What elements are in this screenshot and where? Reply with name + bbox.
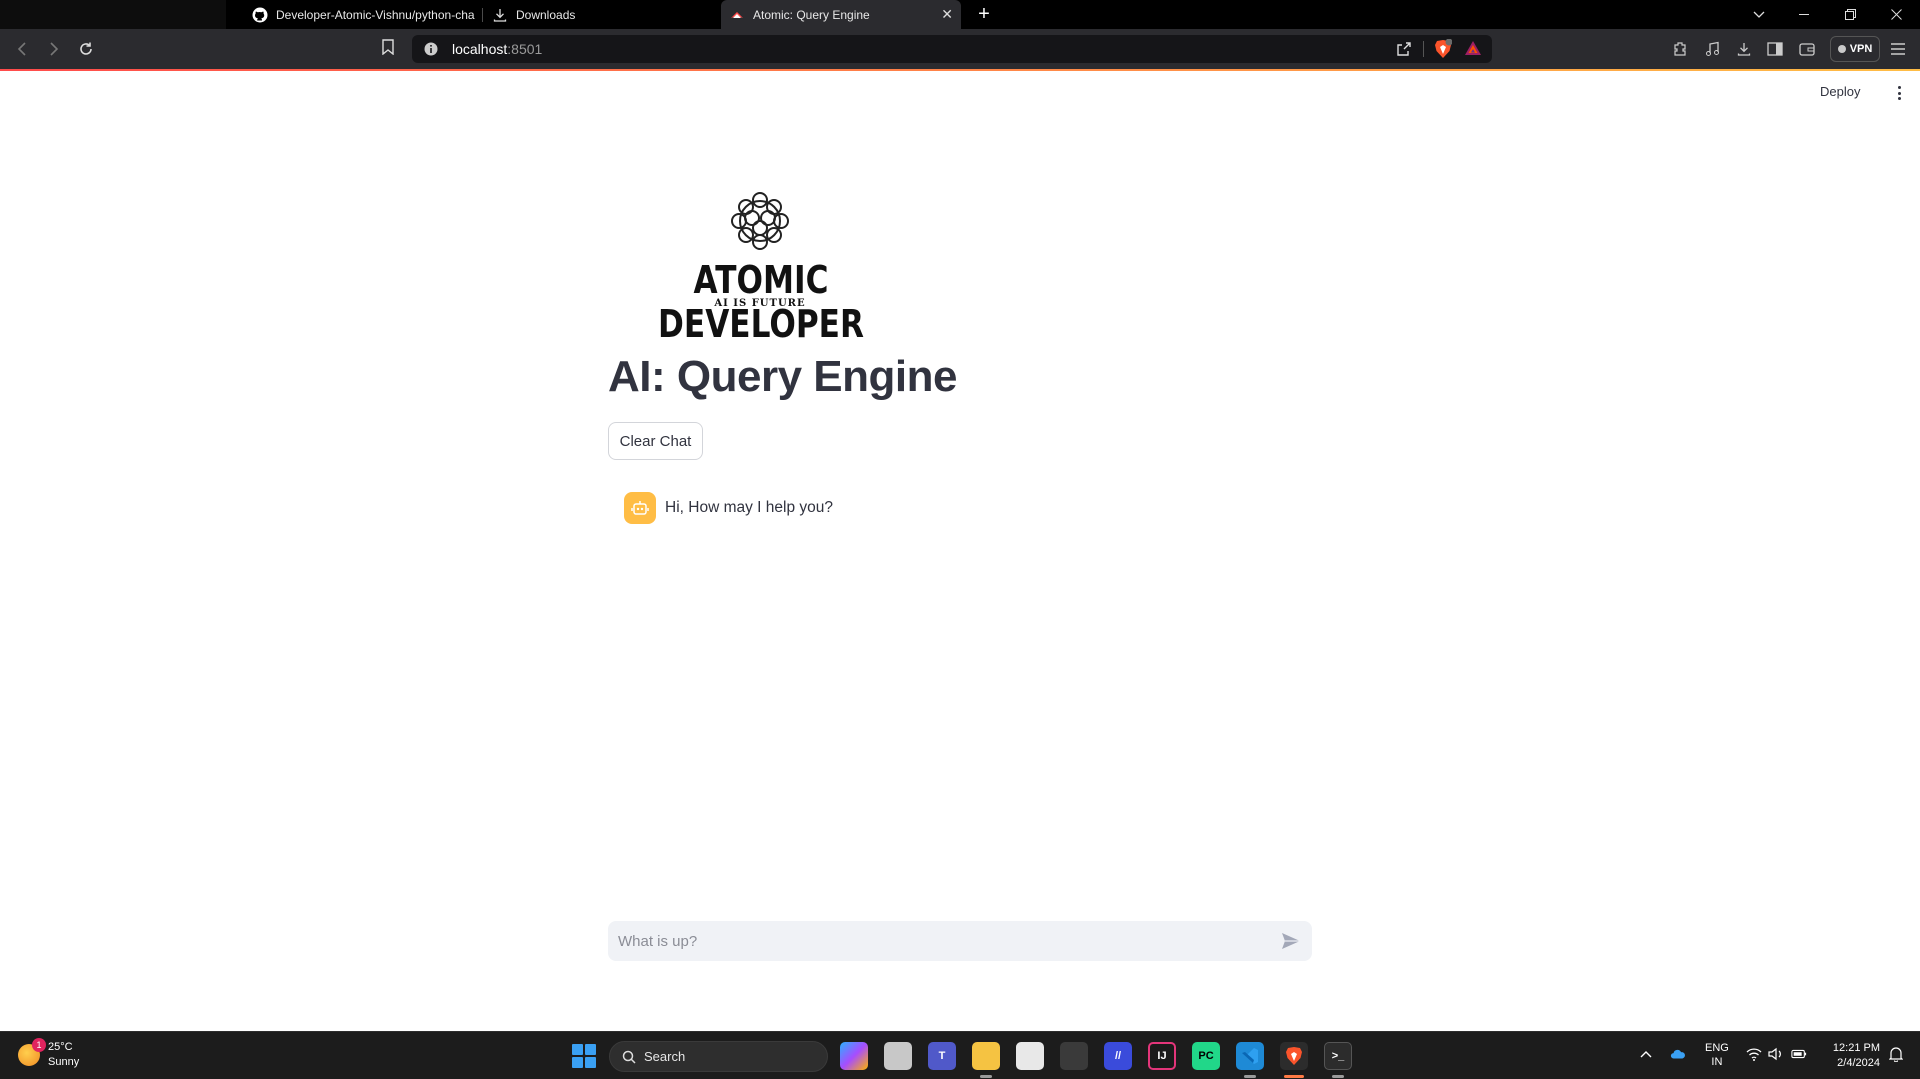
github-icon	[252, 7, 268, 23]
volume-icon[interactable]	[1768, 1046, 1784, 1062]
notification-bell-icon[interactable]	[1888, 1046, 1904, 1062]
tab-label: Downloads	[516, 7, 576, 22]
extensions-icon[interactable]	[1670, 39, 1690, 59]
logo-tagline: AI IS FUTURE	[714, 298, 806, 309]
clock-time: 12:21 PM	[1832, 1042, 1880, 1054]
close-window-icon[interactable]	[1873, 0, 1919, 29]
url-text: localhost:8501	[452, 41, 542, 57]
brave-taskbar-icon[interactable]	[1280, 1042, 1308, 1070]
tab-atomic-query-engine[interactable]: Atomic: Query Engine ✕	[721, 0, 961, 29]
running-indicator	[1244, 1075, 1256, 1078]
tab-search-chevron-icon[interactable]	[1736, 0, 1782, 29]
urlbar-divider	[1423, 41, 1424, 57]
weather-desc: Sunny	[48, 1056, 80, 1068]
send-icon[interactable]	[1280, 931, 1302, 951]
deploy-button[interactable]: Deploy	[1820, 84, 1860, 99]
wallet-icon[interactable]	[1797, 39, 1817, 59]
tab-divider	[482, 8, 483, 22]
brave-shields-icon[interactable]	[1434, 38, 1453, 64]
tab-github[interactable]: Developer-Atomic-Vishnu/python-cha	[244, 0, 480, 29]
sidebar-icon[interactable]	[1765, 39, 1785, 59]
site-info-icon[interactable]	[424, 42, 438, 61]
weather-badge: 1	[32, 1038, 46, 1052]
browser-tab-strip: Developer-Atomic-Vishnu/python-cha Downl…	[0, 0, 1920, 29]
tab-label: Developer-Atomic-Vishnu/python-cha	[276, 7, 475, 22]
running-indicator	[1332, 1075, 1344, 1078]
clock[interactable]: 12:21 PM 2/4/2024	[1822, 1041, 1880, 1071]
tab-strip-spacer	[0, 0, 226, 29]
chat-message-assistant: Hi, How may I help you?	[624, 492, 833, 524]
running-indicator	[980, 1075, 992, 1078]
chat-input[interactable]	[608, 921, 1258, 961]
pycharm-icon[interactable]: PC	[1192, 1042, 1220, 1070]
weather-widget[interactable]: 1 25°C Sunny	[18, 1038, 80, 1070]
vpn-label: VPN	[1849, 43, 1873, 55]
wifi-icon[interactable]	[1746, 1046, 1762, 1062]
streamlit-decoration-bar	[0, 69, 1920, 71]
media-music-icon[interactable]	[1702, 39, 1722, 59]
tab-downloads[interactable]: Downloads	[484, 0, 720, 29]
sun-icon: 1	[18, 1038, 46, 1066]
close-tab-icon[interactable]: ✕	[941, 6, 953, 23]
weather-temp: 25°C	[48, 1041, 73, 1053]
taskbar-search[interactable]: Search	[609, 1041, 828, 1072]
vscode-icon[interactable]	[1236, 1042, 1264, 1070]
active-indicator	[1284, 1075, 1304, 1078]
main-menu-kebab-icon[interactable]	[1893, 84, 1905, 102]
terminal-icon[interactable]: >_	[1324, 1042, 1352, 1070]
onedrive-icon[interactable]	[1670, 1046, 1686, 1062]
taskbar-search-label: Search	[644, 1049, 686, 1064]
copilot-icon[interactable]	[840, 1042, 868, 1070]
windows-start-icon[interactable]	[572, 1044, 596, 1068]
atomic-developer-logo: ATOMIC DEVELOPER AI IS FUTURE	[610, 190, 910, 346]
minimize-icon[interactable]	[1781, 0, 1827, 29]
url-host: localhost	[452, 41, 508, 57]
show-hidden-icons-chevron-icon[interactable]	[1638, 1046, 1654, 1062]
task-view-icon[interactable]	[884, 1042, 912, 1070]
forward-icon[interactable]	[42, 37, 66, 61]
teams-icon[interactable]: T	[928, 1042, 956, 1070]
lang-top: ENG	[1705, 1042, 1729, 1054]
address-bar[interactable]: localhost:8501	[412, 35, 1492, 63]
restore-icon[interactable]	[1827, 0, 1873, 29]
intellij-icon[interactable]: IJ	[1148, 1042, 1176, 1070]
menu-hamburger-icon[interactable]	[1888, 39, 1908, 59]
vpn-button[interactable]: VPN	[1830, 36, 1880, 62]
file-explorer-icon[interactable]	[972, 1042, 1000, 1070]
battery-icon[interactable]	[1791, 1046, 1807, 1062]
new-tab-button[interactable]: +	[972, 2, 996, 26]
vpn-status-icon	[1837, 45, 1846, 53]
atom-logo-icon	[731, 192, 789, 250]
clear-chat-button[interactable]: Clear Chat	[608, 422, 703, 460]
brave-rewards-icon[interactable]	[1464, 40, 1482, 61]
bookmark-icon[interactable]	[382, 39, 394, 60]
page-title: AI: Query Engine	[608, 352, 957, 401]
browser-toolbar: localhost:8501 VPN	[0, 29, 1920, 69]
share-icon[interactable]	[1396, 41, 1412, 62]
download-icon	[492, 7, 508, 23]
app-icon-blue[interactable]: //	[1104, 1042, 1132, 1070]
devhome-icon[interactable]	[1060, 1042, 1088, 1070]
url-port: :8501	[507, 41, 543, 57]
bot-avatar-icon	[624, 492, 656, 524]
language-indicator[interactable]: ENG IN	[1705, 1041, 1729, 1069]
streamlit-icon	[729, 7, 745, 23]
back-icon[interactable]	[10, 37, 34, 61]
search-icon	[622, 1050, 636, 1064]
clock-date: 2/4/2024	[1837, 1057, 1880, 1069]
reload-icon[interactable]	[74, 37, 98, 61]
lang-bottom: IN	[1711, 1056, 1723, 1068]
chat-message-text: Hi, How may I help you?	[665, 499, 833, 516]
chat-input-container	[608, 921, 1312, 961]
windows-taskbar: 1 25°C Sunny Search T // IJ PC >_	[0, 1031, 1920, 1079]
tab-label: Atomic: Query Engine	[753, 7, 870, 22]
downloads-toolbar-icon[interactable]	[1734, 39, 1754, 59]
microsoft-store-icon[interactable]	[1016, 1042, 1044, 1070]
